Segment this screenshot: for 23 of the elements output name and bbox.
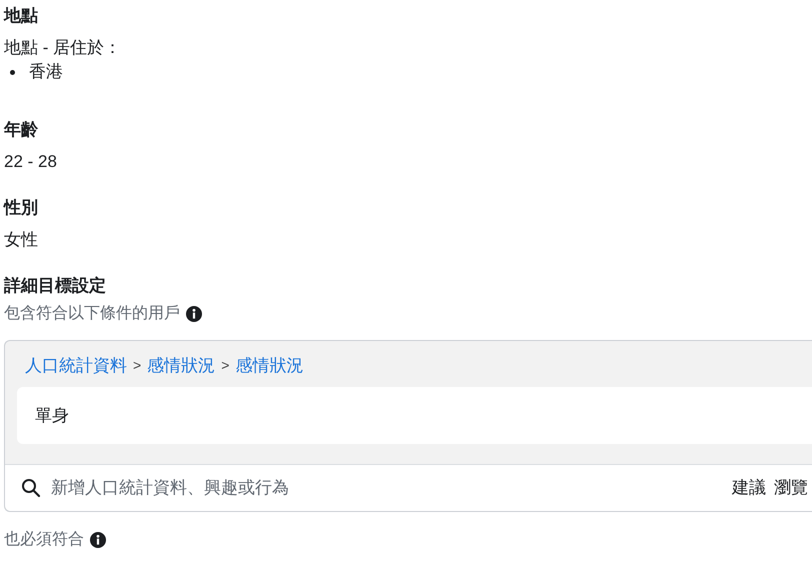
location-label: 地點 - 居住於：	[4, 37, 122, 59]
section-title: 地點	[4, 5, 39, 27]
also-label: 也必須符合	[4, 530, 84, 550]
breadcrumb-link[interactable]: 感情狀況	[147, 353, 216, 378]
tab-button[interactable]: 瀏覽	[770, 465, 812, 511]
breadcrumb-link[interactable]: 感情狀況	[235, 353, 304, 378]
location-item: 香港	[29, 61, 63, 83]
section-title: 年齡	[4, 119, 39, 141]
search-field[interactable]: 新增人口統計資料、興趣或行為	[41, 465, 728, 511]
bullet-icon	[10, 70, 15, 74]
section-title: 詳細目標設定	[4, 275, 107, 297]
section-title: 性別	[4, 197, 39, 219]
section-value: 女性	[4, 229, 39, 251]
search-icon	[5, 465, 41, 511]
info-icon[interactable]	[90, 532, 106, 548]
selected-item: 單身	[17, 386, 812, 444]
info-icon[interactable]	[186, 306, 202, 322]
breadcrumb-separator: >	[133, 356, 142, 376]
breadcrumb-link[interactable]: 人口統計資料	[25, 353, 127, 378]
section-value: 22 - 28	[4, 151, 58, 173]
breadcrumb-separator: >	[221, 356, 230, 376]
tab-button[interactable]: 建議	[728, 465, 770, 511]
include-label: 包含符合以下條件的用戶	[4, 304, 180, 324]
